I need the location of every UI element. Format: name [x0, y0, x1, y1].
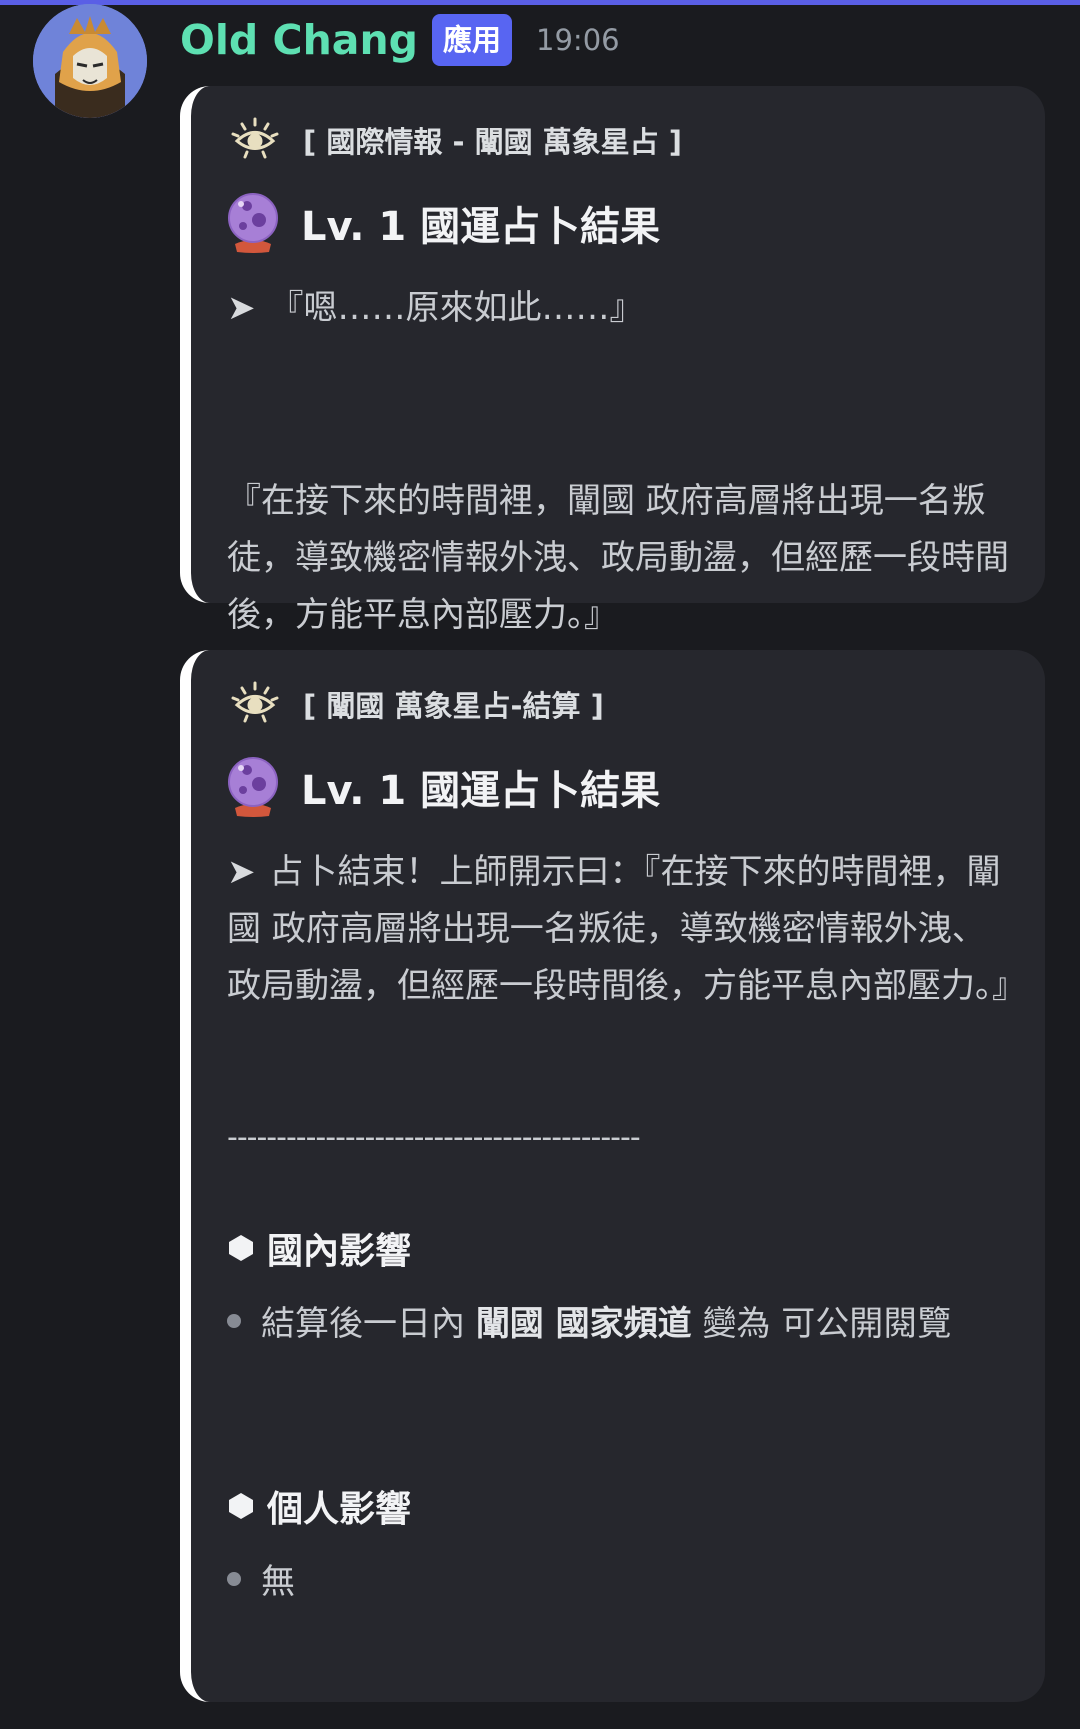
eye-icon — [231, 117, 279, 159]
username[interactable]: Old Chang — [180, 16, 418, 64]
embed-title: Lv. 1 國運占卜結果 — [227, 756, 660, 818]
embed-author-name: [ 國際情報 - 闡國 萬象星占 ] — [303, 125, 683, 159]
embed-description-paragraph: 『在接下來的時間裡，闡國 政府高層將出現一名叛徒，導致機密情報外洩、政局動盪，但… — [227, 481, 1009, 635]
message-header: Old Chang 應用 19:06 — [180, 10, 620, 70]
avatar[interactable] — [33, 4, 147, 118]
section-heading-text: 國內影響 — [267, 1231, 412, 1272]
embed-description-line: ➤ 『嗯……原來如此……』 — [227, 280, 1017, 337]
embed-author: [ 闡國 萬象星占-結算 ] — [231, 680, 604, 728]
embed-title: Lv. 1 國運占卜結果 — [227, 192, 660, 254]
quote-text: 『嗯……原來如此……』 — [269, 288, 644, 328]
bullet-text: 無 — [261, 1562, 295, 1602]
section-heading-domestic: 國內影響 — [227, 1222, 411, 1274]
list-item: 無 — [227, 1554, 295, 1603]
description-text: 占卜結束！上師開示曰：『在接下來的時間裡，闡國 政府高層將出現一名叛徒，導致機密… — [227, 852, 1026, 1006]
bullet-dot-icon — [227, 1313, 241, 1328]
crystal-ball-icon — [228, 757, 278, 817]
embed-author: [ 國際情報 - 闡國 萬象星占 ] — [231, 116, 682, 164]
crystal-ball-icon — [228, 193, 278, 253]
section-heading-personal: 個人影響 — [227, 1480, 411, 1532]
eye-icon — [231, 681, 279, 723]
embed-author-name: [ 闡國 萬象星占-結算 ] — [303, 689, 604, 723]
embed-title-text: Lv. 1 國運占卜結果 — [301, 768, 661, 814]
arrow-icon: ➤ — [227, 288, 256, 328]
section-heading-text: 個人影響 — [267, 1489, 412, 1530]
top-accent-bar — [0, 0, 1080, 5]
arrow-icon: ➤ — [227, 852, 256, 892]
bullet-dot-icon — [227, 1571, 241, 1586]
app-badge: 應用 — [432, 14, 513, 66]
hexagon-icon — [229, 1235, 253, 1261]
bullet-text-post: 變為 可公開閱覽 — [691, 1304, 952, 1344]
hexagon-icon — [229, 1493, 253, 1519]
embed-description: ➤ 占卜結束！上師開示曰：『在接下來的時間裡，闡國 政府高層將出現一名叛徒，導致機… — [227, 844, 1026, 1015]
embed-title-text: Lv. 1 國運占卜結果 — [301, 204, 661, 250]
text-divider: ----------------------------------------… — [227, 1120, 641, 1155]
embed-card: [ 闡國 萬象星占-結算 ] Lv. 1 國運占卜結果 ➤ 占卜結束！上師開示曰：… — [180, 650, 1045, 1702]
bullet-text-pre: 結算後一日內 — [261, 1304, 476, 1344]
list-item: 結算後一日內 闡國 國家頻道 變為 可公開閱覽 — [227, 1296, 951, 1345]
bullet-text-bold: 闡國 國家頻道 — [475, 1304, 692, 1344]
embed-card: [ 國際情報 - 闡國 萬象星占 ] Lv. 1 國運占卜結果 ➤ 『嗯……原來如… — [180, 86, 1045, 635]
timestamp[interactable]: 19:06 — [536, 23, 620, 57]
